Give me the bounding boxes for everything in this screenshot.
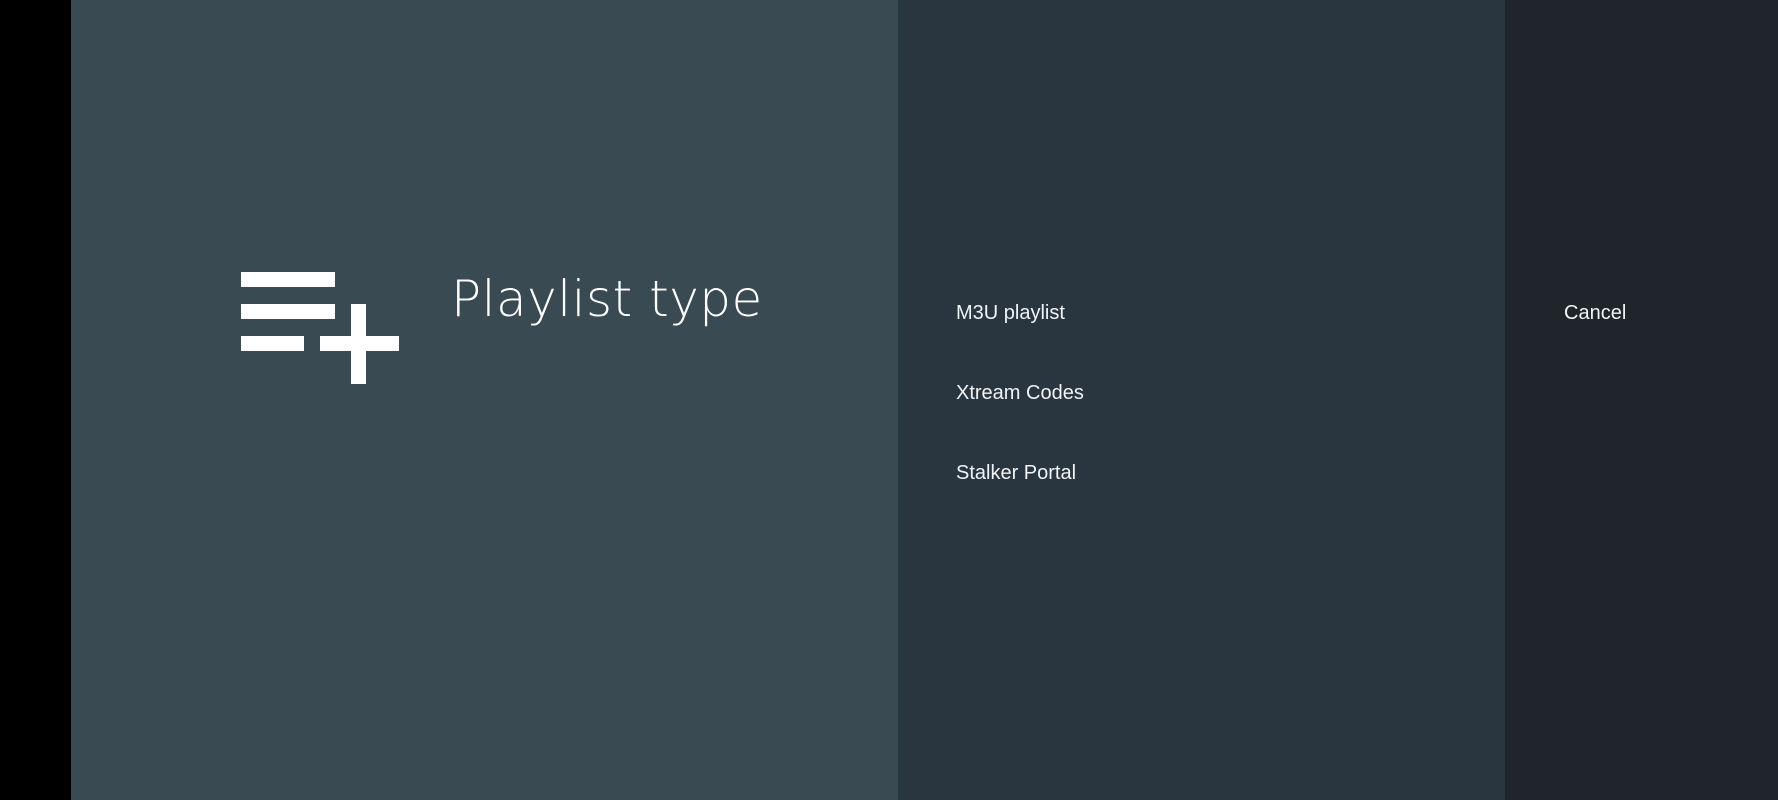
- guidance-title: Playlist type: [451, 270, 763, 328]
- action-xtream-codes[interactable]: Xtream Codes: [956, 363, 1456, 423]
- secondary-actions-panel: Cancel: [1505, 0, 1778, 800]
- action-stalker-portal[interactable]: Stalker Portal: [956, 443, 1456, 503]
- action-m3u-playlist[interactable]: M3U playlist: [956, 283, 1456, 343]
- cancel-button[interactable]: Cancel: [1564, 283, 1744, 343]
- actions-list: M3U playlist Xtream Codes Stalker Portal: [898, 0, 1505, 800]
- playlist-add-icon: [241, 272, 399, 384]
- guidance-panel: Playlist type: [71, 0, 898, 800]
- guided-step-screen: Playlist type M3U playlist Xtream Codes …: [0, 0, 1778, 800]
